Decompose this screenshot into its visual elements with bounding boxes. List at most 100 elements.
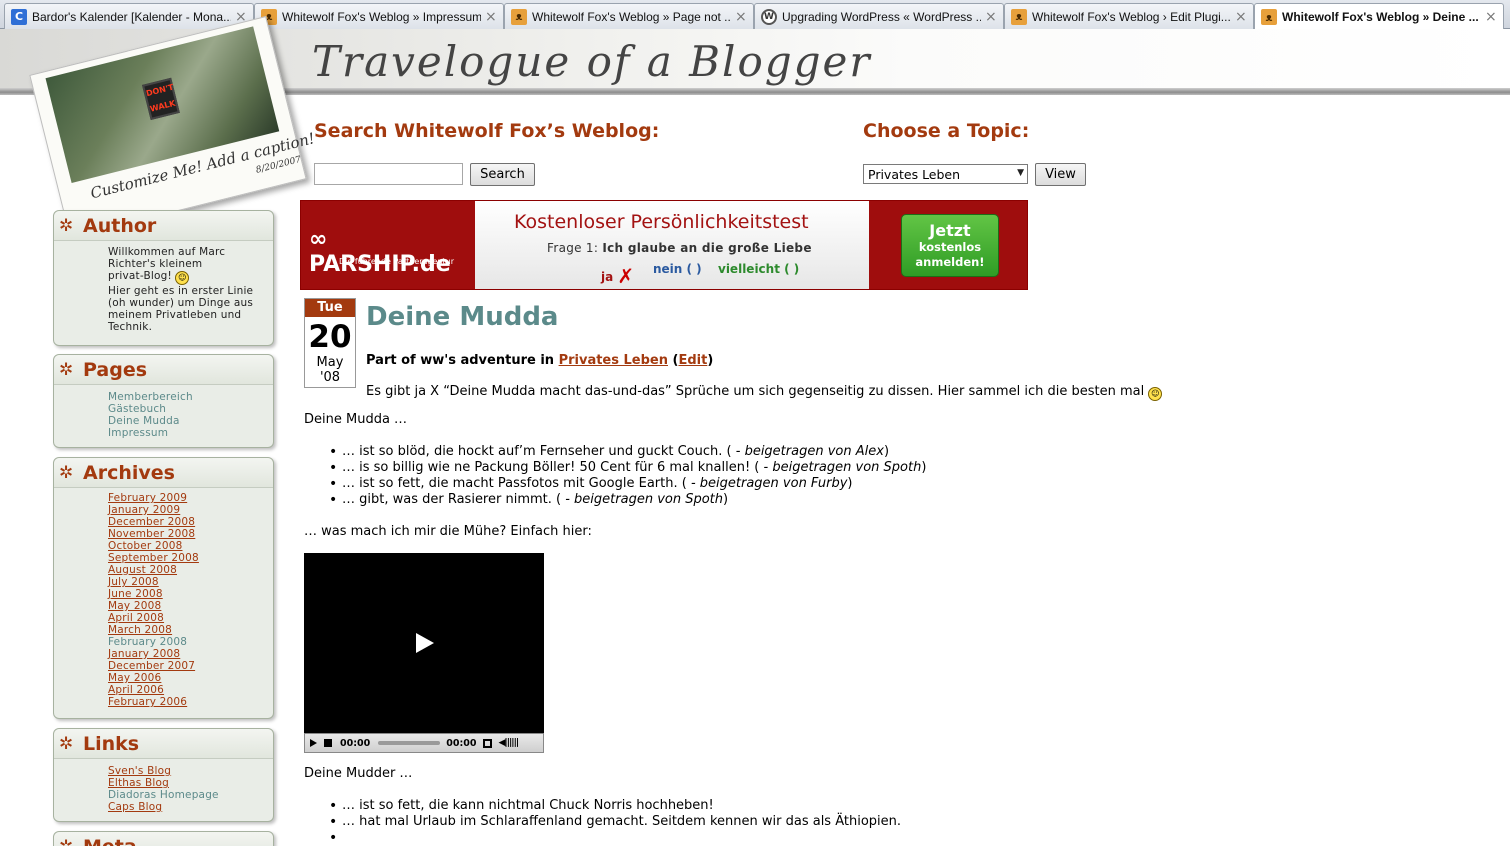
stop-button[interactable] bbox=[324, 739, 332, 747]
archive-link[interactable]: July 2008 bbox=[108, 576, 265, 588]
chevron-down-icon: ▼ bbox=[1017, 168, 1024, 178]
parship-logo: ∞ PARSHIP.de Die führende Partneragentur bbox=[301, 201, 475, 289]
close-icon[interactable]: × bbox=[1485, 10, 1497, 24]
author-line-with-smiley: privat-Blog! ☺ bbox=[108, 270, 265, 285]
topic-select[interactable]: Privates Leben ▼ bbox=[863, 164, 1028, 184]
post-year: '08 bbox=[319, 370, 341, 385]
google-calendar-icon: C bbox=[11, 8, 27, 25]
archive-link[interactable]: April 2006 bbox=[108, 684, 265, 696]
page-link[interactable]: Gästebuch bbox=[108, 403, 265, 415]
total-time: 00:00 bbox=[446, 737, 477, 749]
author-line: Technik. bbox=[108, 321, 153, 333]
list-item: … ist so fett, die kann nichtmal Chuck N… bbox=[329, 798, 901, 814]
archive-link[interactable]: November 2008 bbox=[108, 528, 265, 540]
item-end: ) bbox=[883, 444, 890, 459]
tab-title: Bardor's Kalender [Kalender - Mona... bbox=[32, 9, 231, 24]
archive-link[interactable]: January 2009 bbox=[108, 504, 265, 516]
close-icon[interactable]: × bbox=[1235, 10, 1247, 24]
archive-link[interactable]: April 2008 bbox=[108, 612, 265, 624]
ad-option-yes[interactable]: ja ✗ bbox=[601, 262, 635, 288]
close-icon[interactable]: × bbox=[735, 10, 747, 24]
archive-link[interactable]: February 2006 bbox=[108, 696, 265, 708]
archive-link[interactable]: May 2006 bbox=[108, 672, 265, 684]
tab-title: Whitewolf Fox's Weblog » Deine ... bbox=[1282, 10, 1479, 24]
close-icon[interactable]: × bbox=[485, 10, 497, 24]
browser-tab[interactable]: ᴥ Whitewolf Fox's Weblog » Impressum × bbox=[254, 3, 504, 29]
archive-link[interactable]: August 2008 bbox=[108, 564, 265, 576]
page-link[interactable]: Impressum bbox=[108, 427, 265, 439]
view-button[interactable]: View bbox=[1035, 163, 1086, 186]
edit-link[interactable]: Edit bbox=[678, 353, 707, 368]
item-end: ) bbox=[921, 460, 927, 475]
browser-tab[interactable]: W Upgrading WordPress « WordPress ... × bbox=[754, 3, 1004, 29]
blogroll-link[interactable]: Sven's Blog bbox=[108, 765, 265, 777]
close-icon[interactable]: × bbox=[985, 10, 997, 24]
blogroll-link[interactable]: Diadoras Homepage bbox=[108, 789, 265, 801]
play-button[interactable] bbox=[310, 739, 317, 747]
search-heading: Search Whitewolf Fox’s Weblog: bbox=[314, 120, 660, 142]
play-icon[interactable] bbox=[416, 633, 434, 653]
list-item: … is so billig wie ne Packung Böller! 50… bbox=[329, 460, 927, 476]
post-intro: Es gibt ja X “Deine Mudda macht das-und-… bbox=[366, 384, 1163, 401]
list-item: … ist so blöd, die hockt auf’m Fernseher… bbox=[329, 444, 926, 460]
blog-title[interactable]: Travelogue of a Blogger bbox=[312, 41, 871, 83]
archive-link[interactable]: January 2008 bbox=[108, 648, 265, 660]
video-intro: … was mach ich mir die Mühe? Einfach hie… bbox=[304, 524, 592, 539]
archive-link[interactable]: June 2008 bbox=[108, 588, 265, 600]
post-month: May bbox=[316, 355, 344, 370]
browser-tab[interactable]: ᴥ Whitewolf Fox's Weblog › Edit Plugi...… bbox=[1004, 3, 1254, 29]
browser-tab[interactable]: ᴥ Whitewolf Fox's Weblog » Page not ... … bbox=[504, 3, 754, 29]
cross-mark-icon: ✗ bbox=[617, 264, 635, 288]
archive-link[interactable]: March 2008 bbox=[108, 624, 265, 636]
question-prefix: Frage 1: bbox=[547, 241, 599, 255]
sidebar-box-header: ✲ Links bbox=[54, 729, 273, 759]
fullscreen-button[interactable] bbox=[482, 738, 492, 748]
sidebar-author-box: ✲ Author Willkommen auf Marc Richter's k… bbox=[53, 210, 274, 346]
page-link[interactable]: Memberbereich bbox=[108, 391, 265, 403]
archive-link[interactable]: September 2008 bbox=[108, 552, 265, 564]
post-title[interactable]: Deine Mudda bbox=[366, 302, 558, 332]
smiley-icon: ☺ bbox=[175, 271, 190, 285]
archive-link[interactable]: October 2008 bbox=[108, 540, 265, 552]
page-link[interactable]: Deine Mudda bbox=[108, 415, 265, 427]
ad-option-maybe[interactable]: vielleicht ( ) bbox=[718, 262, 799, 276]
video-player[interactable]: 00:00 00:00 ◀|||||| bbox=[304, 553, 544, 753]
category-link[interactable]: Privates Leben bbox=[559, 353, 668, 368]
browser-tab[interactable]: C Bardor's Kalender [Kalender - Mona... … bbox=[4, 3, 254, 29]
ad-headline: Kostenloser Persönlichkeitstest bbox=[514, 211, 809, 233]
sidebar-archives-box: ✲ Archives February 2009 January 2009 De… bbox=[53, 457, 274, 719]
sidebar-box-title: Pages bbox=[83, 358, 148, 381]
ad-signup-button[interactable]: Jetzt kostenlos anmelden! bbox=[901, 214, 999, 277]
volume-icon[interactable]: ◀|||||| bbox=[499, 738, 520, 748]
ad-option-no[interactable]: nein ( ) bbox=[653, 262, 702, 276]
tab-title: Whitewolf Fox's Weblog › Edit Plugi... bbox=[1032, 9, 1231, 24]
gear-icon: ✲ bbox=[59, 359, 74, 380]
sidebar-box-title: Links bbox=[83, 732, 140, 755]
author-line: privat-Blog! bbox=[108, 270, 172, 282]
archive-link[interactable]: December 2008 bbox=[108, 516, 265, 528]
post-date-badge: Tue 20 May '08 bbox=[304, 298, 356, 388]
list-item: … hat mal Urlaub im Schlaraffenland gema… bbox=[329, 814, 901, 830]
item-credit: - beigetragen von Furby bbox=[690, 476, 848, 491]
list-item bbox=[329, 830, 901, 846]
search-input[interactable] bbox=[314, 163, 463, 185]
archive-link[interactable]: May 2008 bbox=[108, 600, 265, 612]
blogroll-link[interactable]: Caps Blog bbox=[108, 801, 265, 813]
blogroll-link[interactable]: Elthas Blog bbox=[108, 777, 265, 789]
pages-list: Memberbereich Gästebuch Deine Mudda Impr… bbox=[54, 385, 273, 445]
author-line: (oh wunder) um Dinge aus bbox=[108, 297, 253, 309]
smiley-icon: ☺ bbox=[1148, 387, 1163, 401]
browser-tab-active[interactable]: ᴥ Whitewolf Fox's Weblog » Deine ... × bbox=[1254, 3, 1504, 30]
seek-bar[interactable] bbox=[378, 741, 441, 745]
archive-link[interactable]: December 2007 bbox=[108, 660, 265, 672]
wordpress-icon: W bbox=[761, 8, 777, 25]
parship-ad-banner[interactable]: ∞ PARSHIP.de Die führende Partneragentur… bbox=[300, 200, 1028, 290]
search-button[interactable]: Search bbox=[470, 163, 535, 186]
archive-link[interactable]: February 2008 bbox=[108, 636, 265, 648]
sidebar-box-header: ✲ Archives bbox=[54, 458, 273, 488]
item-text: … is so billig wie ne Packung Böller! 50… bbox=[342, 460, 760, 475]
author-text: Willkommen auf Marc Richter's kleinem pr… bbox=[54, 241, 273, 339]
archive-link[interactable]: February 2009 bbox=[108, 492, 265, 504]
item-text: … ist so blöd, die hockt auf’m Fernseher… bbox=[342, 444, 732, 459]
sidebar-box-title: Meta bbox=[83, 836, 137, 846]
